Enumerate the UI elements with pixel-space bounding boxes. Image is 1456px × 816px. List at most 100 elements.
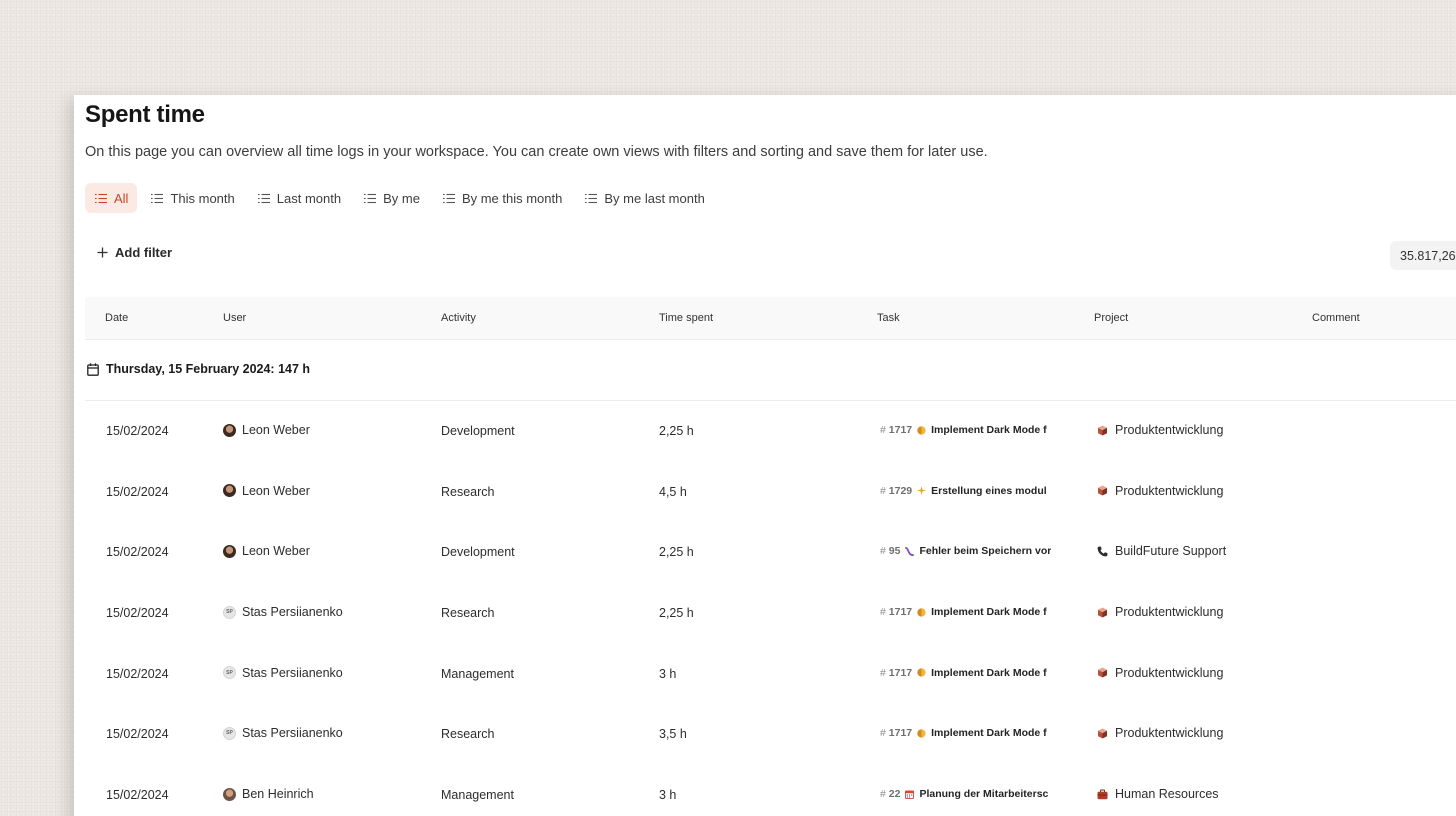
task-link[interactable]: # 1717 Implement Dark Mode f (880, 606, 1052, 618)
task-link[interactable]: # 1717 Implement Dark Mode f (880, 424, 1052, 436)
task-link[interactable]: # 1717 Implement Dark Mode f (880, 727, 1052, 739)
user-cell[interactable]: Leon Weber (223, 423, 310, 437)
tab-label: By me (383, 190, 420, 206)
column-header-project[interactable]: Project (1094, 312, 1128, 324)
column-header-activity[interactable]: Activity (441, 312, 476, 324)
project-name: Human Resources (1115, 787, 1219, 802)
table-row[interactable]: 15/02/2024 SP Stas Persiianenko Management 3… (85, 644, 1456, 705)
task-title: Erstellung eines modul (931, 484, 1047, 497)
page-title: Spent time (85, 101, 205, 128)
project-link[interactable]: Human Resources (1097, 787, 1219, 801)
column-header-date[interactable]: Date (105, 312, 128, 324)
activity-cell: Development (441, 545, 515, 560)
half-moon-icon (917, 729, 926, 738)
task-number: # 22 (880, 788, 901, 801)
column-header-time-spent[interactable]: Time spent (659, 312, 713, 324)
user-name: Leon Weber (242, 423, 310, 437)
user-cell[interactable]: Ben Heinrich (223, 787, 314, 801)
project-link[interactable]: Produktentwicklung (1097, 484, 1223, 498)
plus-icon (97, 247, 108, 258)
group-label: Thursday, 15 February 2024: 147 h (106, 362, 311, 376)
activity-cell: Development (441, 424, 515, 438)
project-name: Produktentwicklung (1115, 423, 1224, 437)
task-link[interactable]: # 95 Fehler beim Speichern vor (880, 545, 1052, 557)
activity-cell: Management (441, 666, 514, 681)
project-link[interactable]: Produktentwicklung (1097, 605, 1223, 619)
column-header-comment[interactable]: Comment (1312, 312, 1360, 324)
column-header-task[interactable]: Task (877, 312, 900, 324)
project-name: Produktentwicklung (1115, 605, 1224, 620)
date-cell: 15/02/2024 (106, 666, 169, 681)
tab-label: Last month (276, 190, 342, 206)
sparkle-icon (917, 486, 927, 496)
project-link[interactable]: Produktentwicklung (1097, 423, 1223, 437)
date-cell: 15/02/2024 (106, 727, 169, 742)
task-title: Implement Dark Mode f (931, 424, 1047, 436)
column-header-user[interactable]: User (223, 312, 246, 324)
task-link[interactable]: # 1717 Implement Dark Mode f (880, 667, 1052, 679)
table-row[interactable]: 15/02/2024 Leon Weber Development 2,25 h # 9… (85, 522, 1456, 583)
cube-icon (1097, 425, 1108, 436)
table-row[interactable]: 15/02/2024 SP Stas Persiianenko Research 3,5… (85, 704, 1456, 765)
phone-icon (1097, 546, 1108, 557)
table-row[interactable]: 15/02/2024 Ben Heinrich Management 3 h # 22 P… (85, 765, 1456, 816)
time-spent-cell: 3 h (659, 666, 677, 681)
half-moon-icon (917, 607, 926, 617)
tab-by-me-this-month[interactable]: By me this month (433, 183, 571, 213)
task-number: # 1717 (880, 606, 913, 619)
list-icon (151, 193, 164, 204)
task-title: Implement Dark Mode f (931, 606, 1047, 619)
task-number: # 1717 (880, 727, 913, 740)
task-link[interactable]: # 1729 Erstellung eines modul (880, 485, 1052, 497)
user-name: Leon Weber (242, 544, 310, 559)
tab-by-me[interactable]: By me (354, 183, 429, 213)
time-spent-cell: 3,5 h (659, 727, 687, 742)
task-title: Planung der Mitarbeitersc (919, 788, 1049, 801)
user-cell[interactable]: SP Stas Persiianenko (223, 726, 343, 740)
user-cell[interactable]: Leon Weber (223, 484, 310, 498)
page-description: On this page you can overview all time l… (85, 144, 988, 160)
squiggle-icon (905, 546, 915, 556)
table-body: 15/02/2024 Leon Weber Development 2,25 h # 1… (85, 401, 1456, 816)
task-number: # 1717 (880, 666, 913, 679)
half-moon-icon (917, 425, 926, 435)
user-name: Stas Persiianenko (242, 726, 343, 741)
cube-icon (1097, 485, 1108, 496)
tab-label: By me last month (604, 190, 705, 206)
project-link[interactable]: Produktentwicklung (1097, 666, 1223, 680)
project-name: Produktentwicklung (1115, 665, 1224, 680)
date-cell: 15/02/2024 (106, 606, 169, 621)
cube-icon (1097, 728, 1108, 739)
tab-label: By me this month (461, 190, 563, 206)
table-row[interactable]: 15/02/2024 Leon Weber Research 4,5 h # 1729 E… (85, 462, 1456, 523)
time-spent-cell: 2,25 h (659, 545, 694, 560)
project-link[interactable]: Produktentwicklung (1097, 726, 1223, 740)
cube-icon (1097, 667, 1108, 678)
table-row[interactable]: 15/02/2024 Leon Weber Development 2,25 h # 1… (85, 401, 1456, 462)
project-link[interactable]: BuildFuture Support (1097, 544, 1226, 558)
add-filter-button[interactable]: Add filter (97, 245, 172, 260)
table-row[interactable]: 15/02/2024 SP Stas Persiianenko Research 2,2… (85, 583, 1456, 644)
tab-by-me-last-month[interactable]: By me last month (575, 183, 713, 213)
tab-this-month[interactable]: This month (141, 183, 243, 213)
time-spent-cell: 2,25 h (659, 606, 694, 621)
user-name: Ben Heinrich (242, 787, 314, 802)
task-number: # 1729 (880, 484, 913, 497)
date-cell: 15/02/2024 (106, 788, 169, 803)
tab-last-month[interactable]: Last month (248, 183, 350, 213)
user-cell[interactable]: SP Stas Persiianenko (223, 666, 343, 680)
tab-label: All (114, 190, 129, 206)
list-icon (442, 193, 455, 204)
avatar: SP (223, 726, 236, 740)
add-filter-label: Add filter (115, 245, 173, 260)
task-number: # 1717 (880, 424, 913, 436)
list-icon (585, 193, 598, 204)
table-header: Date User Activity Time spent Task Proje… (85, 297, 1456, 340)
tab-all[interactable]: All (85, 183, 138, 213)
user-cell[interactable]: Leon Weber (223, 544, 310, 558)
user-cell[interactable]: SP Stas Persiianenko (223, 605, 343, 619)
task-link[interactable]: # 22 Planung der Mitarbeitersc (880, 788, 1052, 800)
user-name: Stas Persiianenko (242, 605, 343, 620)
group-header[interactable]: Thursday, 15 February 2024: 147 h (85, 340, 1456, 401)
avatar: SP (223, 605, 236, 619)
